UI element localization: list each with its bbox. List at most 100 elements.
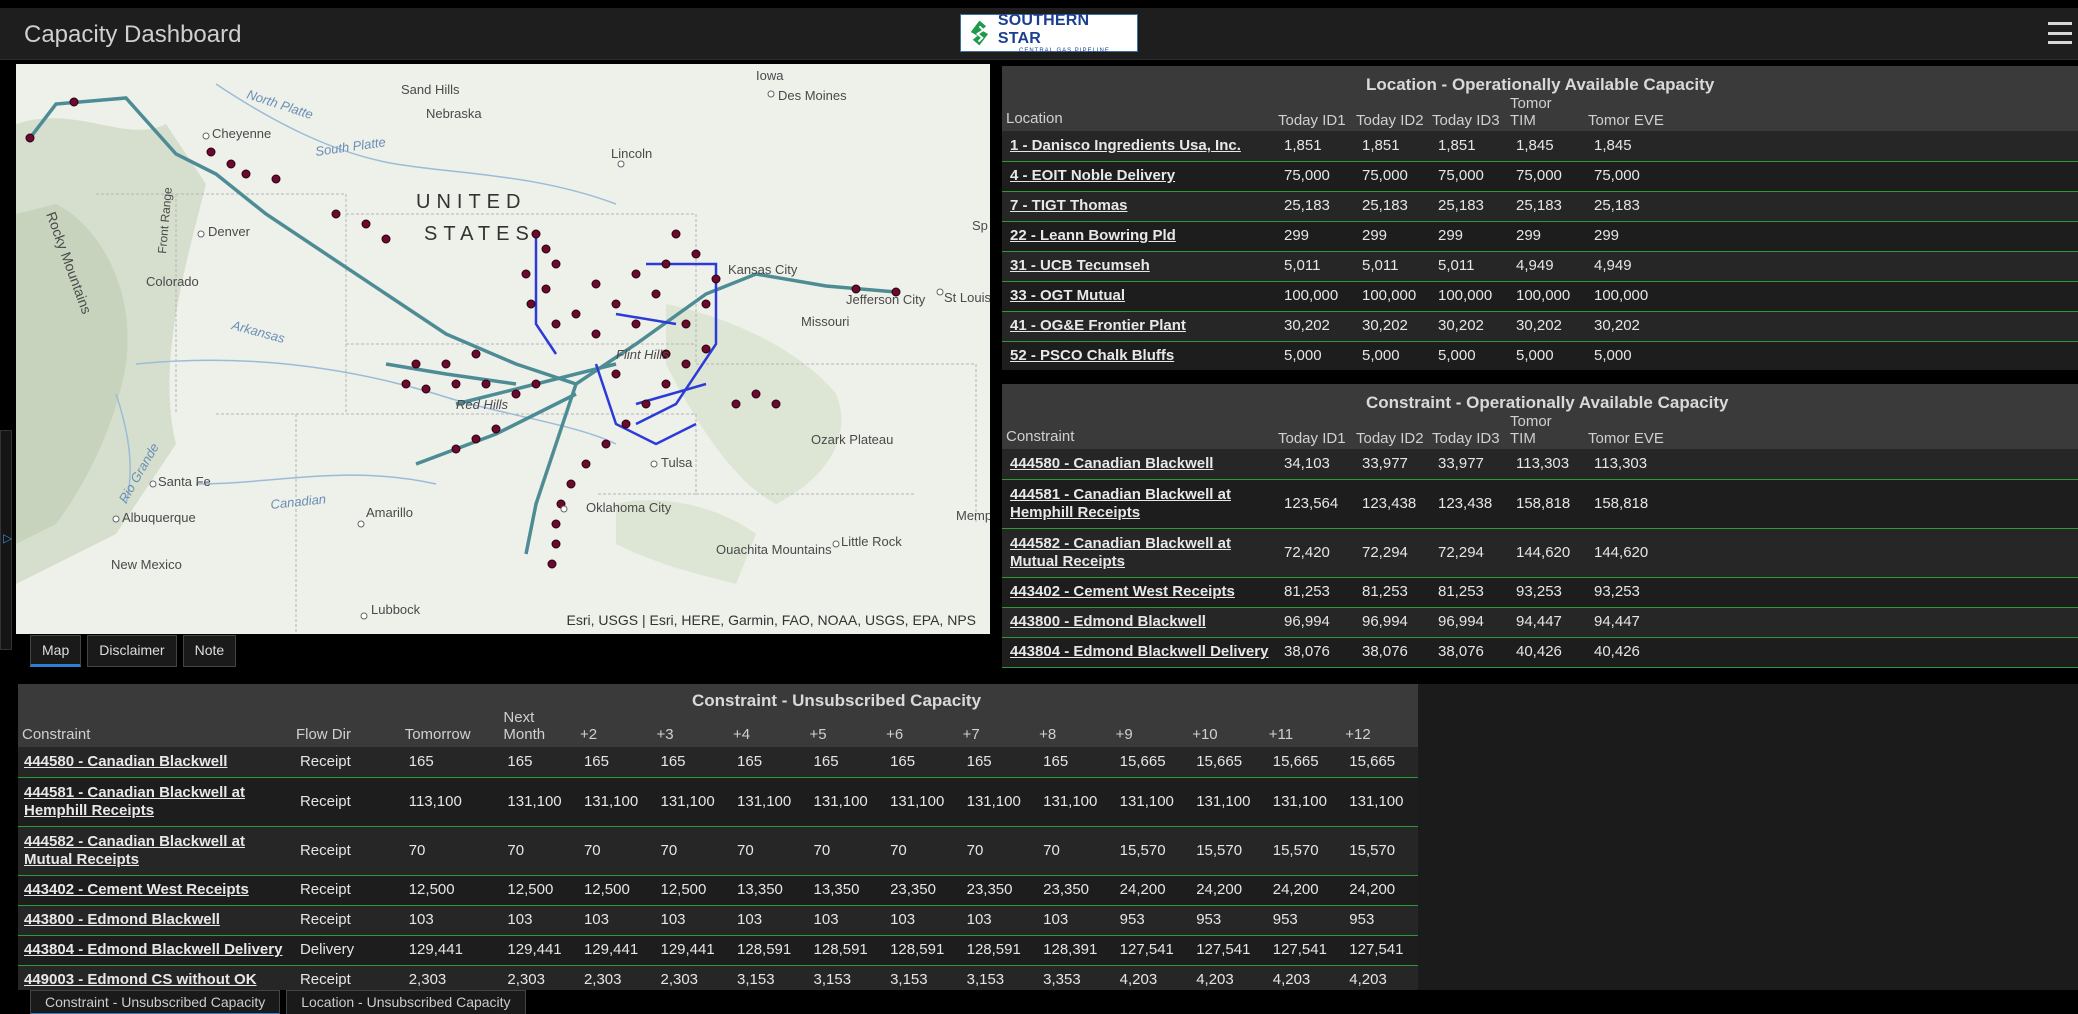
table-row[interactable]: 444580 - Canadian Blackwell 34,103 33,977 3… <box>1002 449 2078 480</box>
table-cell: 953 <box>1111 905 1189 936</box>
table-cell: 15,665 <box>1341 747 1418 778</box>
tab-note[interactable]: Note <box>182 635 237 667</box>
table-cell: 93,253 <box>1584 577 2078 608</box>
row-link[interactable]: 444581 - Canadian Blackwell at Hemphill … <box>18 777 292 827</box>
table-row[interactable]: 444581 - Canadian Blackwell at Hemphill … <box>18 777 1418 827</box>
table-row[interactable]: 443800 - Edmond Blackwell Receipt 103 103 10… <box>18 905 1418 936</box>
table-cell: 72,420 <box>1274 528 1352 578</box>
row-link[interactable]: 443800 - Edmond Blackwell <box>1002 607 1274 638</box>
row-link[interactable]: 443402 - Cement West Receipts <box>18 875 292 906</box>
column-header[interactable]: +7 <box>958 709 1036 747</box>
column-header[interactable]: +4 <box>729 709 806 747</box>
table-row[interactable]: 443804 - Edmond Blackwell Delivery 38,076… <box>1002 637 2078 668</box>
map-canvas[interactable]: Iowa Des Moines Sand Hills Nebraska Linc… <box>16 64 990 634</box>
column-header[interactable]: +6 <box>882 709 959 747</box>
column-header[interactable]: Today ID3 <box>1428 411 1506 449</box>
map-label: Kansas City <box>728 262 798 277</box>
row-link[interactable]: 444580 - Canadian Blackwell <box>18 747 292 778</box>
column-header[interactable]: Tomor EVE <box>1584 93 2078 131</box>
pipeline-map[interactable]: Iowa Des Moines Sand Hills Nebraska Linc… <box>16 64 990 634</box>
table-row[interactable]: 1 - Danisco Ingredients Usa, Inc. 1,851 1,… <box>1002 131 2078 162</box>
row-link[interactable]: 33 - OGT Mutual <box>1002 281 1274 312</box>
column-header[interactable]: +11 <box>1264 709 1342 747</box>
table-cell: 81,253 <box>1274 577 1352 608</box>
column-header[interactable]: Today ID1 <box>1274 93 1352 131</box>
table-row[interactable]: 52 - PSCO Chalk Bluffs 5,000 5,000 5,000 5,0… <box>1002 341 2078 370</box>
column-header[interactable]: +2 <box>575 709 653 747</box>
table-cell: 165 <box>729 747 806 778</box>
column-header[interactable]: Next Month <box>499 709 576 747</box>
row-link[interactable]: 1 - Danisco Ingredients Usa, Inc. <box>1002 131 1274 162</box>
column-header[interactable]: Constraint <box>18 709 292 747</box>
table-cell: 128,591 <box>882 935 959 966</box>
table-row[interactable]: 31 - UCB Tecumseh 5,011 5,011 5,011 4,949 4,9… <box>1002 251 2078 282</box>
row-link[interactable]: 4 - EOIT Noble Delivery <box>1002 161 1274 192</box>
table-row[interactable]: 443402 - Cement West Receipts Receipt 12,5… <box>18 875 1418 906</box>
row-link[interactable]: 444582 - Canadian Blackwell at Mutual Re… <box>18 826 292 876</box>
table-cell: 103 <box>652 905 730 936</box>
tab-disclaimer[interactable]: Disclaimer <box>87 635 177 667</box>
table-row[interactable]: 444582 - Canadian Blackwell at Mutual Re… <box>1002 528 2078 578</box>
row-link[interactable]: 31 - UCB Tecumseh <box>1002 251 1274 282</box>
table-row[interactable]: 4 - EOIT Noble Delivery 75,000 75,000 75,00… <box>1002 161 2078 192</box>
table-row[interactable]: 444580 - Canadian Blackwell Receipt 165 165… <box>18 747 1418 778</box>
row-link[interactable]: 52 - PSCO Chalk Bluffs <box>1002 341 1274 370</box>
tab-constraint-unsubscribed[interactable]: Constraint - Unsubscribed Capacity <box>30 990 281 1014</box>
location-oac-table: Location - Operationally Available Capac… <box>1002 66 2078 370</box>
table-cell: 70 <box>652 826 730 876</box>
table-cell: 3,153 <box>805 965 883 990</box>
row-link[interactable]: 22 - Leann Bowring Pld <box>1002 221 1274 252</box>
column-header[interactable]: Tomorrow <box>400 709 500 747</box>
table-cell: 30,202 <box>1352 311 1428 342</box>
table-cell: 81,253 <box>1428 577 1506 608</box>
table-row[interactable]: 33 - OGT Mutual 100,000 100,000 100,000 100,… <box>1002 281 2078 312</box>
side-panel-handle[interactable]: ▷ <box>0 430 12 650</box>
row-link[interactable]: 443804 - Edmond Blackwell Delivery <box>18 935 292 966</box>
column-header[interactable]: +10 <box>1188 709 1265 747</box>
column-header[interactable]: +12 <box>1341 709 1418 747</box>
tab-map[interactable]: Map <box>30 635 82 667</box>
table-row[interactable]: 444582 - Canadian Blackwell at Mutual Re… <box>18 826 1418 876</box>
table-row[interactable]: 443800 - Edmond Blackwell 96,994 96,994 96,… <box>1002 607 2078 638</box>
table-cell: 75,000 <box>1428 161 1506 192</box>
column-header[interactable]: +3 <box>652 709 730 747</box>
map-label: Des Moines <box>778 88 847 103</box>
column-header[interactable]: Today ID1 <box>1274 411 1352 449</box>
tab-location-unsubscribed[interactable]: Location - Unsubscribed Capacity <box>286 990 526 1014</box>
row-link[interactable]: 7 - TIGT Thomas <box>1002 191 1274 222</box>
column-header[interactable]: Today ID2 <box>1352 93 1428 131</box>
column-header[interactable]: Location <box>1002 93 1274 131</box>
column-header[interactable]: +5 <box>805 709 883 747</box>
row-link[interactable]: 41 - OG&E Frontier Plant <box>1002 311 1274 342</box>
column-header[interactable]: Tomor TIM <box>1506 93 1584 131</box>
column-header[interactable]: +8 <box>1035 709 1112 747</box>
table-cell: 81,253 <box>1352 577 1428 608</box>
column-header[interactable]: Flow Dir <box>291 709 401 747</box>
table-row[interactable]: 444581 - Canadian Blackwell at Hemphill … <box>1002 479 2078 529</box>
logo-name: SOUTHERN STAR <box>997 12 1090 47</box>
column-header[interactable]: Today ID2 <box>1352 411 1428 449</box>
row-link[interactable]: 443402 - Cement West Receipts <box>1002 577 1274 608</box>
table-row[interactable]: 41 - OG&E Frontier Plant 30,202 30,202 30,2… <box>1002 311 2078 342</box>
row-link[interactable]: 443800 - Edmond Blackwell <box>18 905 292 936</box>
row-link[interactable]: 444582 - Canadian Blackwell at Mutual Re… <box>1002 528 1274 578</box>
menu-icon[interactable] <box>2048 22 2072 44</box>
column-header[interactable]: Today ID3 <box>1428 93 1506 131</box>
table-row[interactable]: 22 - Leann Bowring Pld 299 299 299 299 299 <box>1002 221 2078 252</box>
column-header[interactable]: Tomor TIM <box>1506 411 1584 449</box>
row-link[interactable]: 444581 - Canadian Blackwell at Hemphill … <box>1002 479 1274 529</box>
table-cell: 129,441 <box>575 935 653 966</box>
row-link[interactable]: 443804 - Edmond Blackwell Delivery <box>1002 637 1274 668</box>
table-row[interactable]: 443804 - Edmond Blackwell Delivery Delive… <box>18 935 1418 966</box>
table-row[interactable]: 449003 - Edmond CS without OK Receipt 2,30… <box>18 965 1418 990</box>
row-link[interactable]: 449003 - Edmond CS without OK <box>18 965 292 990</box>
column-header[interactable]: Constraint <box>1002 411 1274 449</box>
table-row[interactable]: 7 - TIGT Thomas 25,183 25,183 25,183 25,183 2… <box>1002 191 2078 222</box>
table-cell: 30,202 <box>1506 311 1584 342</box>
column-header[interactable]: Tomor EVE <box>1584 411 2078 449</box>
table-cell: 15,570 <box>1341 826 1418 876</box>
table-cell: 15,570 <box>1264 826 1342 876</box>
row-link[interactable]: 444580 - Canadian Blackwell <box>1002 449 1274 480</box>
table-row[interactable]: 443402 - Cement West Receipts 81,253 81,25… <box>1002 577 2078 608</box>
column-header[interactable]: +9 <box>1111 709 1189 747</box>
